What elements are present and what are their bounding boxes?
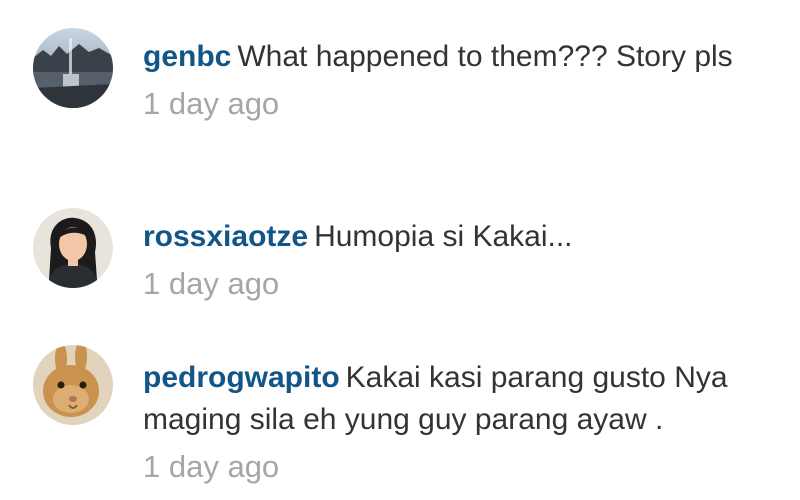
comment-text-line: genbc What happened to them??? Story pls: [143, 36, 763, 78]
user-avatar[interactable]: [33, 208, 113, 288]
comment-timestamp: 1 day ago: [143, 449, 280, 484]
comment-timestamp: 1 day ago: [143, 266, 280, 301]
comment-text-line: rossxiaotze Humopia si Kakai...: [143, 216, 763, 258]
user-avatar[interactable]: [33, 345, 113, 425]
user-avatar[interactable]: [33, 28, 113, 108]
woman-photo-avatar-icon: [33, 208, 113, 288]
comment-body: pedrogwapito Kakai kasi parang gusto Nya …: [143, 357, 763, 487]
comment-username[interactable]: pedrogwapito: [143, 361, 340, 394]
comment-text: What happened to them??? Story pls: [237, 40, 733, 73]
comment-username[interactable]: rossxiaotze: [143, 220, 308, 253]
comment-body: genbc What happened to them??? Story pls …: [143, 36, 763, 124]
comment-timestamp: 1 day ago: [143, 86, 280, 121]
comment-text-line: pedrogwapito Kakai kasi parang gusto Nya …: [143, 357, 763, 441]
comment-text: Humopia si Kakai...: [314, 220, 573, 253]
rabbit-photo-avatar-icon: [33, 345, 113, 425]
lake-photo-avatar-icon: [33, 28, 113, 108]
comment-username[interactable]: genbc: [143, 40, 231, 73]
comment-list: genbc What happened to them??? Story pls …: [0, 0, 800, 500]
comment-body: rossxiaotze Humopia si Kakai... 1 day ago: [143, 216, 763, 304]
